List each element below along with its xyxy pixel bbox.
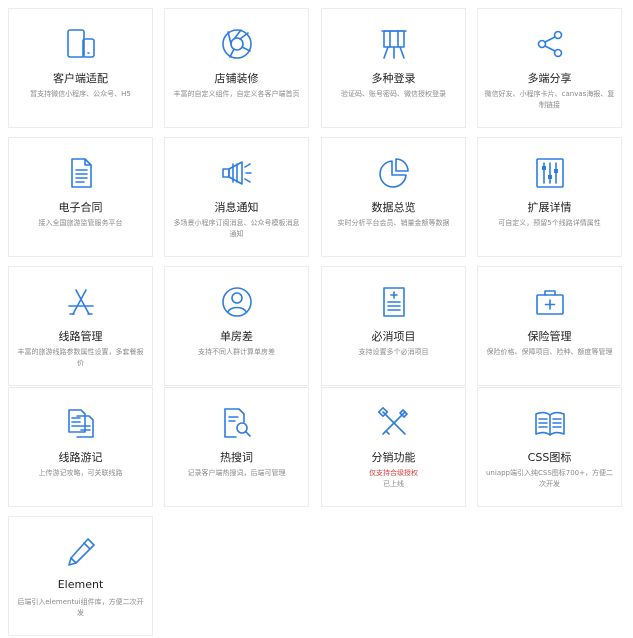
- pen-icon: [64, 535, 98, 569]
- sliders-icon: [533, 156, 567, 190]
- feature-card-notify[interactable]: 消息通知 多场景小程序订阅消息、公众号模板消息通知: [164, 137, 309, 257]
- card-title: 消息通知: [214, 201, 259, 214]
- card-desc: 丰富的自定义组件，自定义各客户端首页: [173, 90, 300, 98]
- megaphone-icon: [220, 156, 254, 190]
- document-icon: [64, 156, 98, 190]
- feature-card-contract[interactable]: 电子合同 接入全国旅游监管服务平台: [8, 137, 153, 257]
- card-desc-status: 已上线: [383, 480, 404, 488]
- feature-card-client-adapt[interactable]: 客户端适配 暂支持微信小程序、公众号、H5: [8, 8, 153, 128]
- card-desc: 后端引入elementui组件库，方便二次开发: [17, 598, 144, 617]
- form-icon: [377, 285, 411, 319]
- feature-card-shop-decor[interactable]: 店铺装修 丰富的自定义组件，自定义各客户端首页: [164, 8, 309, 128]
- feature-card-distribution[interactable]: 分销功能 仅支持合级授权 已上线: [321, 387, 466, 507]
- doc-search-icon: [220, 406, 254, 440]
- card-desc: 记录客户端热搜词，后端可管理: [187, 469, 286, 477]
- share-icon: [533, 27, 567, 61]
- card-title: 店铺装修: [214, 72, 259, 85]
- card-title: CSS图标: [527, 451, 572, 464]
- card-desc: 可自定义，预留5个线路详情属性: [498, 219, 601, 227]
- card-desc: uniapp端引入纯CSS图标700+，方便二次开发: [486, 469, 613, 488]
- card-title: 电子合同: [58, 201, 103, 214]
- card-title: 热搜词: [220, 451, 253, 464]
- card-desc: 支持不同人群计算单房差: [198, 348, 275, 356]
- card-desc: 验证码、账号密码、微信授权登录: [341, 90, 446, 98]
- feature-card-dashboard[interactable]: 数据总览 实时分析平台会员、销量金额等数据: [321, 137, 466, 257]
- card-desc-highlight: 仅支持合级授权: [369, 469, 418, 477]
- card-desc: 支持设置多个必消项目: [358, 348, 429, 356]
- card-desc: 接入全国旅游监管服务平台: [38, 219, 123, 227]
- feature-card-single-room[interactable]: 单房差 支持不同人群计算单房差: [164, 266, 309, 386]
- feature-card-route-manage[interactable]: 线路管理 丰富的旅游线路参数属性设置，多套餐报价: [8, 266, 153, 386]
- feature-card-insurance[interactable]: 保险管理 保险价格、保障项目、险种、额度等管理: [477, 266, 622, 386]
- card-title: 多种登录: [371, 72, 416, 85]
- card-title: 线路游记: [58, 451, 103, 464]
- feature-grid: 客户端适配 暂支持微信小程序、公众号、H5 店铺装修 丰富的自定义组件，自定义各…: [0, 0, 633, 638]
- feature-card-travel-notes[interactable]: 线路游记 上传游记攻略，可关联线路: [8, 387, 153, 507]
- tools-icon: [377, 406, 411, 440]
- card-title: 数据总览: [371, 201, 416, 214]
- book-icon: [533, 406, 567, 440]
- feature-card-required-items[interactable]: 必消项目 支持设置多个必消项目: [321, 266, 466, 386]
- card-title: 分销功能: [371, 451, 416, 464]
- app-store-icon: [64, 285, 98, 319]
- card-desc: 微信好友、小程序卡片、canvas海报、复制链接: [484, 90, 615, 109]
- feature-card-element[interactable]: Element 后端引入elementui组件库，方便二次开发: [8, 516, 153, 636]
- pie-chart-icon: [377, 156, 411, 190]
- card-desc: 丰富的旅游线路参数属性设置，多套餐报价: [17, 348, 144, 367]
- card-title: 扩展详情: [527, 201, 572, 214]
- card-title: Element: [57, 578, 104, 591]
- feature-card-css-icons[interactable]: CSS图标 uniapp端引入纯CSS图标700+，方便二次开发: [477, 387, 622, 507]
- feature-card-share[interactable]: 多端分享 微信好友、小程序卡片、canvas海报、复制链接: [477, 8, 622, 128]
- easel-icon: [377, 27, 411, 61]
- card-desc: 上传游记攻略，可关联线路: [38, 469, 123, 477]
- medical-kit-icon: [533, 285, 567, 319]
- user-icon: [220, 285, 254, 319]
- card-title: 多端分享: [527, 72, 572, 85]
- feature-card-hot-search[interactable]: 热搜词 记录客户端热搜词，后端可管理: [164, 387, 309, 507]
- aperture-icon: [220, 27, 254, 61]
- card-desc: 保险价格、保障项目、险种、额度等管理: [486, 348, 613, 356]
- card-desc: 多场景小程序订阅消息、公众号模板消息通知: [173, 219, 300, 238]
- devices-icon: [64, 27, 98, 61]
- feature-card-login[interactable]: 多种登录 验证码、账号密码、微信授权登录: [321, 8, 466, 128]
- card-title: 单房差: [220, 330, 253, 343]
- card-title: 线路管理: [58, 330, 103, 343]
- card-desc: 暂支持微信小程序、公众号、H5: [30, 90, 131, 98]
- card-title: 保险管理: [527, 330, 572, 343]
- feature-card-extend[interactable]: 扩展详情 可自定义，预留5个线路详情属性: [477, 137, 622, 257]
- card-title: 必消项目: [371, 330, 416, 343]
- card-desc: 实时分析平台会员、销量金额等数据: [337, 219, 450, 227]
- card-title: 客户端适配: [53, 72, 108, 85]
- files-icon: [64, 406, 98, 440]
